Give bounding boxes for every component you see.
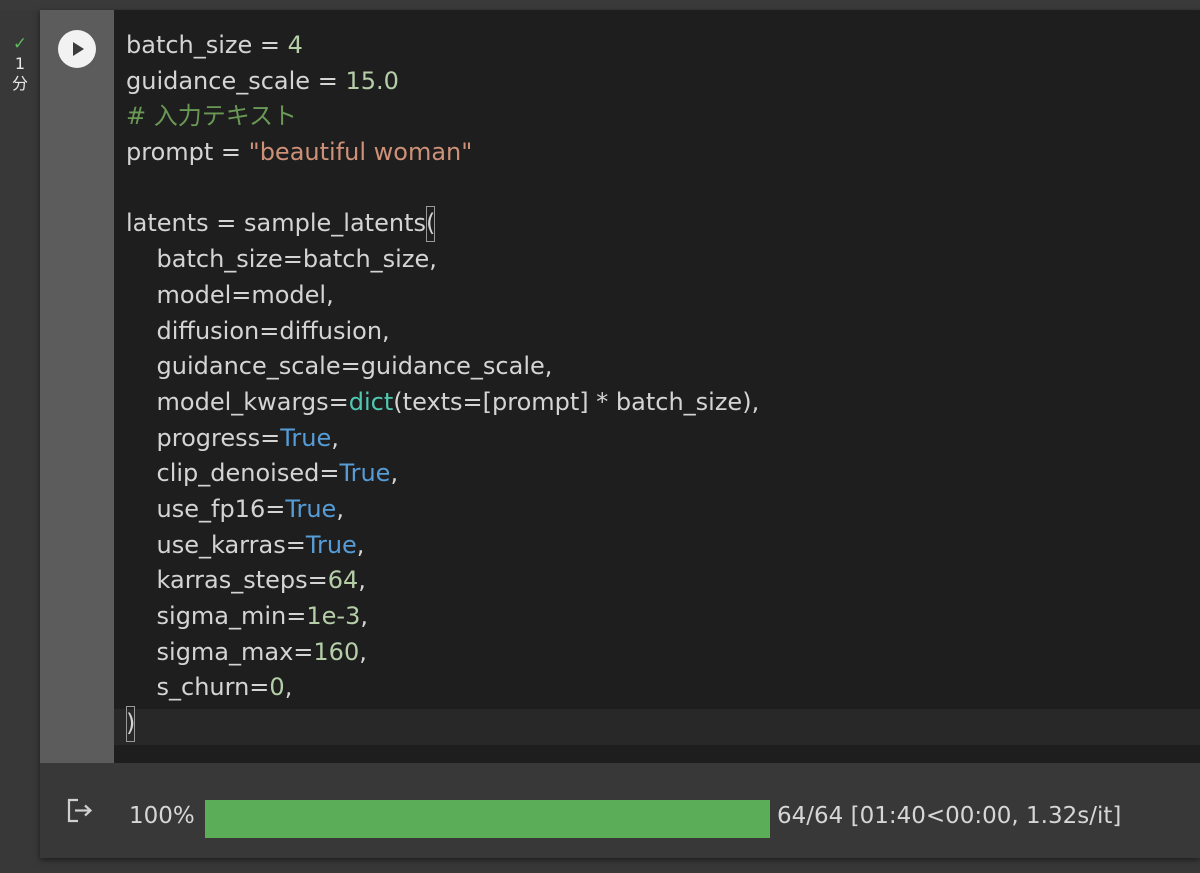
- check-icon: ✓: [12, 34, 28, 54]
- code-line: model=model,: [126, 280, 334, 309]
- top-strip: [0, 0, 1200, 10]
- progress-bar-fill: [205, 800, 770, 838]
- code-line: batch_size = 4: [126, 31, 303, 59]
- execution-status: ✓ 1 分: [6, 34, 34, 94]
- code-line: karras_steps=64,: [126, 566, 366, 595]
- code-line: # 入力テキスト: [126, 102, 298, 131]
- code-line: use_karras=True,: [126, 530, 365, 559]
- run-cell-button[interactable]: [58, 30, 96, 68]
- execution-duration-unit: 分: [11, 74, 28, 93]
- output-redirect-icon[interactable]: [66, 797, 96, 825]
- code-line: guidance_scale = 15.0: [126, 66, 399, 95]
- code-line: sigma_max=160,: [126, 637, 367, 666]
- progress-bar: [205, 800, 770, 838]
- code-line: model_kwargs=dict(texts=[prompt] * batch…: [126, 387, 760, 416]
- code-content: batch_size = 4 guidance_scale = 15.0 # 入力テ…: [126, 28, 759, 742]
- execution-duration-number: 1: [14, 54, 26, 73]
- code-line: diffusion=diffusion,: [126, 316, 390, 345]
- code-line: latents = sample_latents(: [126, 206, 759, 243]
- code-line: ): [126, 706, 759, 742]
- code-editor[interactable]: batch_size = 4 guidance_scale = 15.0 # 入力テ…: [114, 10, 1200, 763]
- output-area: 100% 64/64 [01:40<00:00, 1.32s/it]: [40, 763, 1200, 858]
- code-line: prompt = "beautiful woman": [126, 138, 473, 167]
- code-line: use_fp16=True,: [126, 494, 344, 523]
- code-line: sigma_min=1e-3,: [126, 602, 368, 630]
- progress-percent-label: 100%: [129, 803, 195, 829]
- code-line: s_churn=0,: [126, 673, 293, 702]
- play-icon: [73, 42, 84, 56]
- code-line: guidance_scale=guidance_scale,: [126, 352, 553, 381]
- cell-gutter: [40, 10, 114, 763]
- code-line: progress=True,: [126, 423, 339, 452]
- code-line: batch_size=batch_size,: [126, 245, 437, 274]
- progress-stats: 64/64 [01:40<00:00, 1.32s/it]: [777, 803, 1122, 829]
- notebook-page: ✓ 1 分 batch_size = 4 guidance_scale = 15.…: [0, 0, 1200, 873]
- code-line: clip_denoised=True,: [126, 459, 399, 488]
- code-cell: batch_size = 4 guidance_scale = 15.0 # 入力テ…: [40, 10, 1200, 858]
